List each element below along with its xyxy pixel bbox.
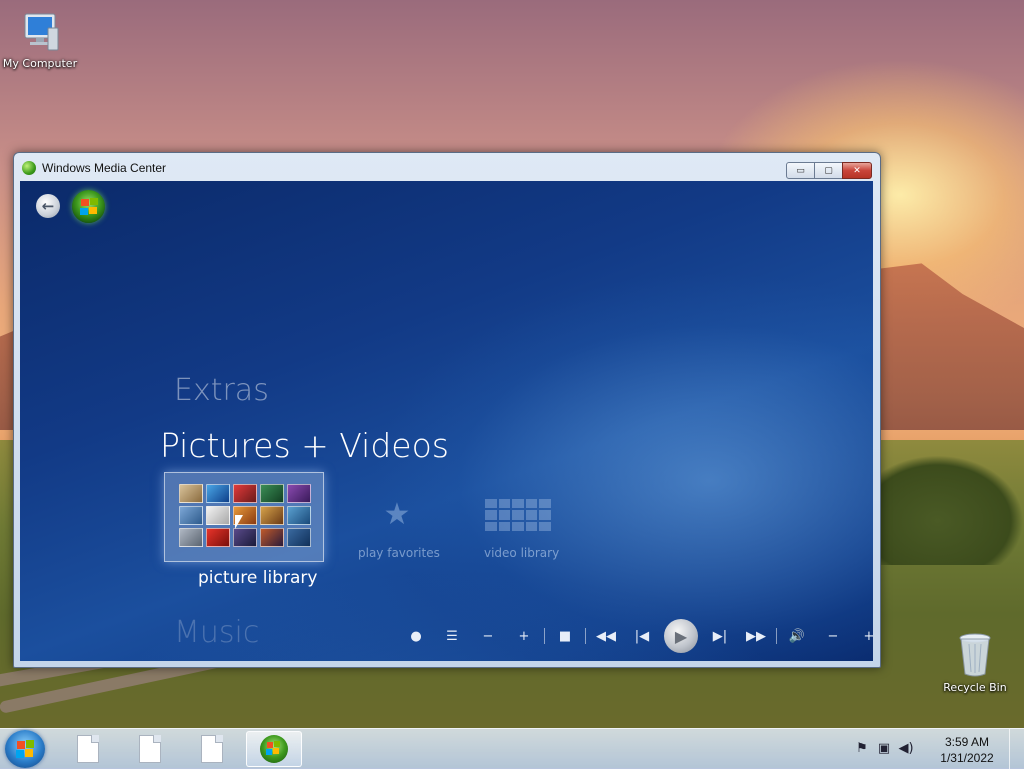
play-favorites-label: play favorites <box>358 546 440 560</box>
picture-library-label: picture library <box>198 568 318 588</box>
photo-thumbnail <box>206 528 230 547</box>
volume-down-button[interactable]: − <box>815 629 851 644</box>
play-favorites-tile[interactable]: ★ <box>357 499 437 531</box>
photo-thumbnail <box>179 528 203 547</box>
maximize-button[interactable]: ▢ <box>814 162 843 179</box>
guide-button[interactable]: ☰ <box>434 629 470 644</box>
rewind-button[interactable]: ◀◀ <box>588 629 624 644</box>
desktop-icon-label: My Computer <box>2 57 78 70</box>
photo-thumbnail <box>287 506 311 525</box>
taskbar-clock[interactable]: 3:59 AM 1/31/2022 <box>934 734 1000 766</box>
media-center-icon <box>260 735 288 763</box>
picture-library-tile[interactable] <box>164 472 324 562</box>
recycle-bin-icon <box>959 633 991 677</box>
channel-down-button[interactable]: − <box>470 629 506 644</box>
windows-logo-icon <box>17 741 25 749</box>
clock-time: 3:59 AM <box>944 735 990 749</box>
photo-thumbnail <box>233 528 257 547</box>
document-icon <box>201 735 223 763</box>
photo-thumbnail <box>233 484 257 503</box>
taskbar: ⚑ ▣ ◀) 3:59 AM 1/31/2022 <box>0 728 1024 769</box>
minimize-icon: ▭ <box>796 165 805 176</box>
photo-thumbnail <box>179 506 203 525</box>
stop-button[interactable]: ■ <box>547 629 583 644</box>
windows-logo-icon <box>81 199 89 206</box>
document-icon <box>139 735 161 763</box>
record-button[interactable]: ● <box>398 629 434 644</box>
star-icon: ★ <box>383 497 411 532</box>
photo-thumbnail <box>206 484 230 503</box>
menu-category-music[interactable]: Music <box>174 615 259 650</box>
maximize-icon: ▢ <box>824 165 833 176</box>
play-button[interactable]: ▶ <box>664 619 698 653</box>
photo-thumbnail <box>260 528 284 547</box>
menu-category-extras[interactable]: Extras <box>174 373 269 408</box>
document-icon <box>77 735 99 763</box>
picture-thumbnails <box>179 484 311 550</box>
desktop-icon-label: Recycle Bin <box>943 681 1007 694</box>
taskbar-item-document[interactable] <box>122 731 178 767</box>
previous-button[interactable]: |◀ <box>624 629 660 644</box>
photo-thumbnail <box>260 484 284 503</box>
desktop-wallpaper-trees <box>880 455 1024 565</box>
media-center-window: Windows Media Center ▭ ▢ ✕ ← Extras Pict… <box>13 152 881 668</box>
start-button[interactable] <box>5 730 45 768</box>
computer-icon <box>24 13 59 51</box>
photo-thumbnail <box>260 506 284 525</box>
mouse-cursor <box>235 515 243 529</box>
action-center-flag-icon[interactable]: ⚑ <box>854 741 870 757</box>
photo-thumbnail <box>179 484 203 503</box>
transport-controls: ● ☰ − + ■ ◀◀ |◀ ▶ ▶| ▶▶ 🔊 − + <box>398 619 873 653</box>
menu-category-pictures-videos[interactable]: Pictures + Videos <box>160 426 449 465</box>
separator <box>776 628 777 644</box>
close-button[interactable]: ✕ <box>842 162 872 179</box>
video-library-label: video library <box>484 546 560 560</box>
window-caption-buttons: ▭ ▢ ✕ <box>786 162 872 179</box>
media-center-content: ← Extras Pictures + Videos Music picture… <box>20 181 873 661</box>
video-library-tile[interactable] <box>485 499 551 531</box>
mute-button[interactable]: 🔊 <box>779 629 815 644</box>
minimize-button[interactable]: ▭ <box>786 162 815 179</box>
network-icon[interactable]: ▣ <box>876 741 892 757</box>
back-button[interactable]: ← <box>36 194 60 218</box>
fast-forward-button[interactable]: ▶▶ <box>738 629 774 644</box>
next-button[interactable]: ▶| <box>702 629 738 644</box>
photo-thumbnail <box>287 484 311 503</box>
taskbar-item-media-center[interactable] <box>246 731 302 767</box>
media-center-start-button[interactable] <box>72 190 105 223</box>
photo-thumbnail <box>206 506 230 525</box>
volume-icon[interactable]: ◀) <box>898 741 914 757</box>
separator <box>544 628 545 644</box>
photo-thumbnail <box>287 528 311 547</box>
volume-up-button[interactable]: + <box>851 629 873 644</box>
taskbar-item-document[interactable] <box>60 731 116 767</box>
play-icon: ▶ <box>674 626 688 646</box>
show-desktop-button[interactable] <box>1009 729 1024 769</box>
close-icon: ✕ <box>853 165 861 176</box>
clock-date: 1/31/2022 <box>940 751 994 765</box>
grid-icon <box>485 499 497 509</box>
desktop-icon-my-computer[interactable]: My Computer <box>0 10 80 70</box>
window-title: Windows Media Center <box>42 161 167 175</box>
channel-up-button[interactable]: + <box>506 629 542 644</box>
system-tray: ⚑ ▣ ◀) 3:59 AM 1/31/2022 <box>854 729 1024 769</box>
taskbar-item-document[interactable] <box>184 731 240 767</box>
window-titlebar[interactable]: Windows Media Center ▭ ▢ ✕ <box>14 153 880 181</box>
desktop-icon-recycle-bin[interactable]: Recycle Bin <box>935 630 1015 694</box>
media-center-app-icon <box>22 161 36 175</box>
back-arrow-icon: ← <box>41 197 55 215</box>
separator <box>585 628 586 644</box>
